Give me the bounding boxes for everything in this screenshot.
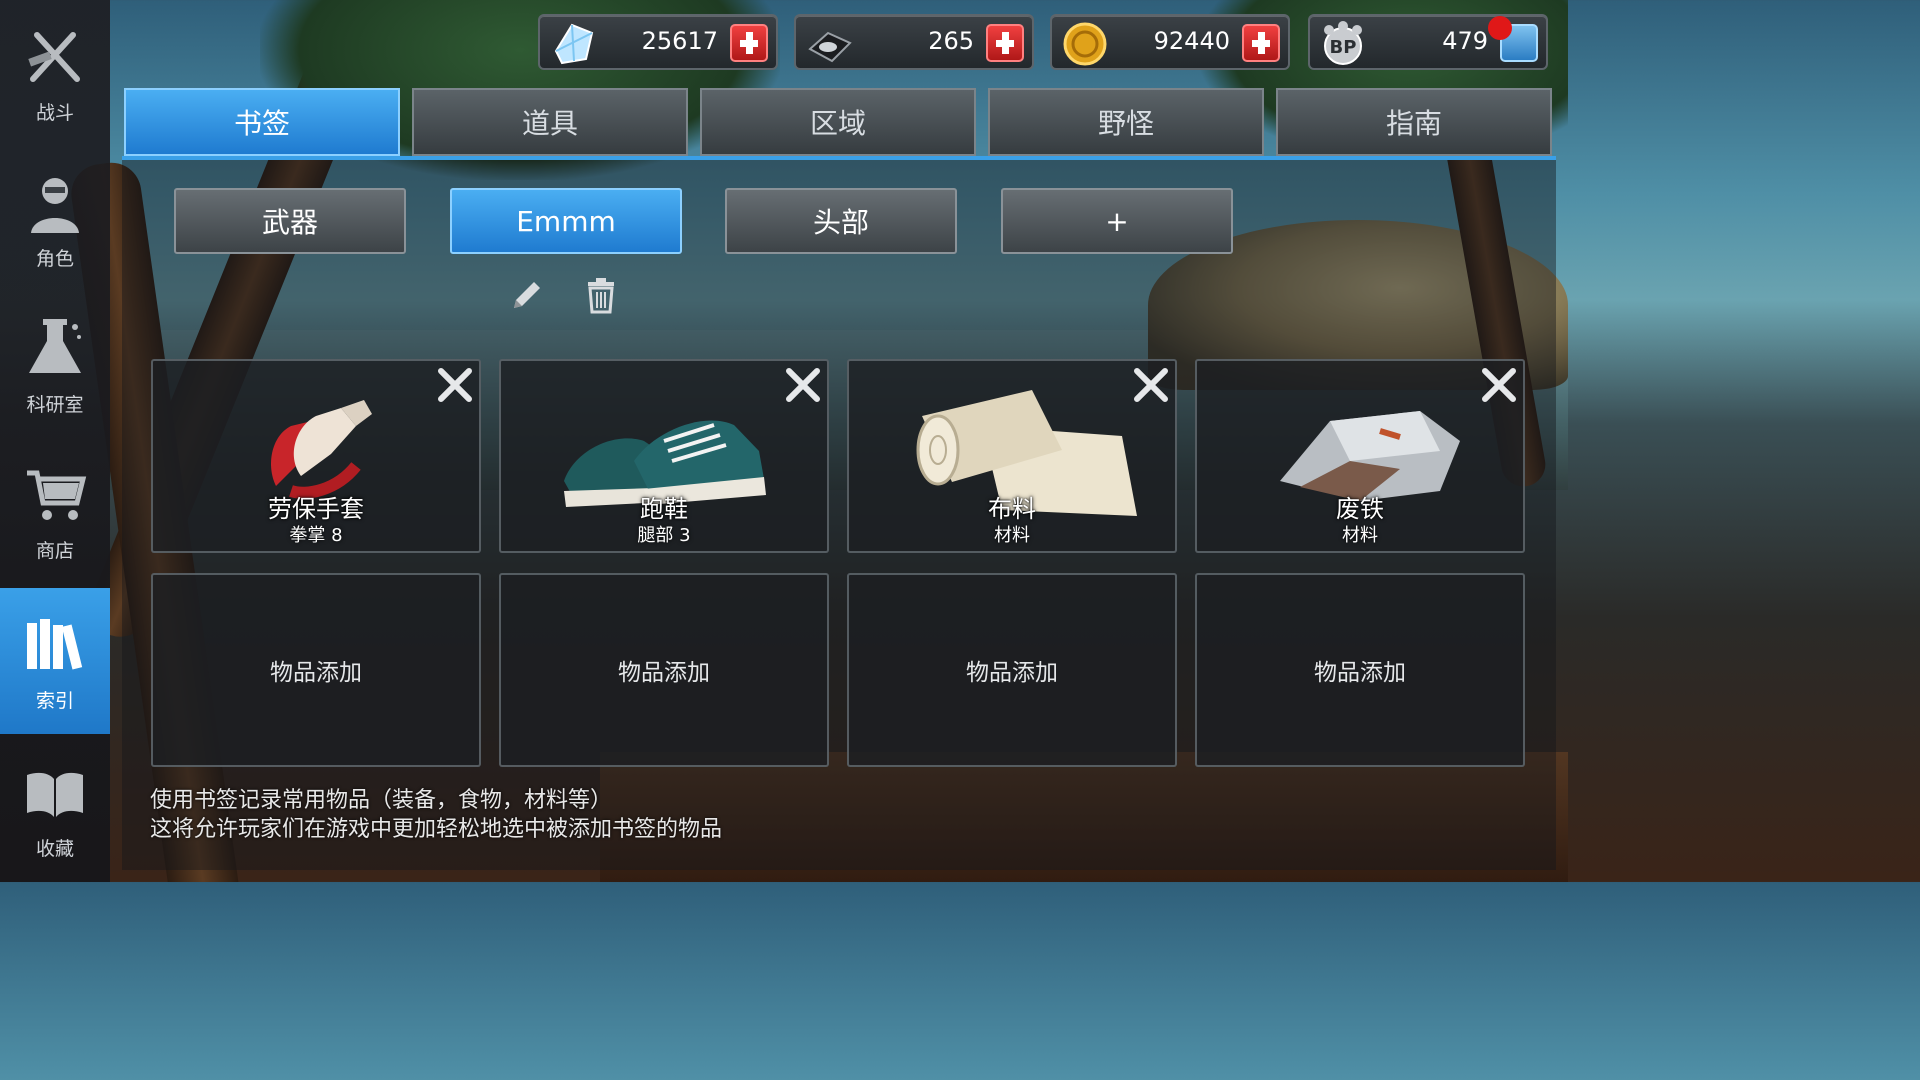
item-slot-cloth[interactable]: 布料 材料 bbox=[847, 359, 1177, 553]
bookmark-emmm[interactable]: Emmm bbox=[450, 188, 682, 254]
tab-guide[interactable]: 指南 bbox=[1276, 88, 1552, 156]
item-category: 材料 bbox=[1342, 525, 1378, 546]
bp-count: 479 bbox=[1442, 27, 1488, 55]
empty-item-slot[interactable]: 物品添加 bbox=[499, 573, 829, 767]
empty-item-slot[interactable]: 物品添加 bbox=[151, 573, 481, 767]
empty-item-slot[interactable]: 物品添加 bbox=[847, 573, 1177, 767]
add-item-label: 物品添加 bbox=[966, 660, 1058, 686]
resource-disk: 265 bbox=[794, 14, 1034, 70]
notification-dot bbox=[1488, 16, 1512, 40]
add-item-label: 物品添加 bbox=[270, 660, 362, 686]
remove-item-button[interactable] bbox=[1131, 365, 1171, 405]
item-name: 废铁 bbox=[1336, 495, 1384, 523]
pencil-icon[interactable] bbox=[508, 276, 546, 314]
add-item-label: 物品添加 bbox=[618, 660, 710, 686]
remove-item-button[interactable] bbox=[1479, 365, 1519, 405]
tab-bookmark[interactable]: 书签 bbox=[124, 88, 400, 156]
sidebar-item-index[interactable]: 索引 bbox=[0, 588, 110, 734]
sidebar-item-label: 科研室 bbox=[26, 393, 84, 416]
hard-disk-icon bbox=[804, 19, 854, 69]
tab-area[interactable]: 区域 bbox=[700, 88, 976, 156]
sidebar-item-character[interactable]: 角色 bbox=[0, 146, 110, 292]
sidebar-item-label: 收藏 bbox=[35, 837, 74, 860]
resource-coin: 92440 bbox=[1050, 14, 1290, 70]
trash-icon[interactable] bbox=[582, 276, 620, 314]
resource-diamond: 25617 bbox=[538, 14, 778, 70]
sidebar-item-label: 角色 bbox=[35, 247, 74, 270]
sidebar-item-label: 战斗 bbox=[35, 101, 74, 124]
books-icon bbox=[20, 610, 90, 680]
bp-badge-icon: BP bbox=[1318, 19, 1368, 69]
item-category: 腿部 3 bbox=[637, 525, 691, 546]
svg-text:BP: BP bbox=[1330, 37, 1357, 58]
item-category: 拳掌 8 bbox=[289, 525, 343, 546]
sidebar: 战斗 角色 科研室 商店 索引 收藏 bbox=[0, 0, 110, 882]
gold-coin-icon bbox=[1060, 19, 1110, 69]
resource-bp: BP 479 bbox=[1308, 14, 1548, 70]
bookmark-weapon[interactable]: 武器 bbox=[174, 188, 406, 254]
item-name: 布料 bbox=[988, 495, 1036, 523]
main-tabs: 书签 道具 区域 野怪 指南 bbox=[122, 88, 1556, 160]
bookmark-head[interactable]: 头部 bbox=[725, 188, 957, 254]
empty-item-slot[interactable]: 物品添加 bbox=[1195, 573, 1525, 767]
item-category: 材料 bbox=[994, 525, 1030, 546]
bookmark-hint: 使用书签记录常用物品（装备，食物，材料等） 这将允许玩家们在游戏中更加轻松地选中… bbox=[150, 786, 722, 844]
item-name: 劳保手套 bbox=[268, 495, 364, 523]
item-slot-sneakers[interactable]: 跑鞋 腿部 3 bbox=[499, 359, 829, 553]
sidebar-item-lab[interactable]: 科研室 bbox=[0, 292, 110, 438]
item-slot-scrap[interactable]: 废铁 材料 bbox=[1195, 359, 1525, 553]
character-icon bbox=[20, 168, 90, 238]
item-name: 跑鞋 bbox=[640, 495, 688, 523]
item-slot-gloves[interactable]: 劳保手套 拳掌 8 bbox=[151, 359, 481, 553]
add-coin-button[interactable] bbox=[1242, 24, 1280, 62]
hint-line-2: 这将允许玩家们在游戏中更加轻松地选中被添加书签的物品 bbox=[150, 817, 723, 842]
add-bookmark-button[interactable]: + bbox=[1001, 188, 1233, 254]
sidebar-item-shop[interactable]: 商店 bbox=[0, 438, 110, 584]
shopping-cart-icon bbox=[20, 460, 90, 530]
disk-count: 265 bbox=[928, 27, 974, 55]
sidebar-item-label: 商店 bbox=[35, 539, 74, 562]
remove-item-button[interactable] bbox=[783, 365, 823, 405]
tab-items[interactable]: 道具 bbox=[412, 88, 688, 156]
remove-item-button[interactable] bbox=[435, 365, 475, 405]
crossed-weapons-icon bbox=[20, 22, 90, 92]
tab-monsters[interactable]: 野怪 bbox=[988, 88, 1264, 156]
add-item-label: 物品添加 bbox=[1314, 660, 1406, 686]
hint-line-1: 使用书签记录常用物品（装备，食物，材料等） bbox=[150, 788, 613, 813]
flask-icon bbox=[20, 314, 90, 384]
sidebar-item-battle[interactable]: 战斗 bbox=[0, 0, 110, 146]
diamond-count: 25617 bbox=[641, 27, 718, 55]
diamond-icon bbox=[548, 19, 598, 69]
sidebar-item-label: 索引 bbox=[35, 689, 74, 712]
add-diamond-button[interactable] bbox=[730, 24, 768, 62]
add-disk-button[interactable] bbox=[986, 24, 1024, 62]
coin-count: 92440 bbox=[1153, 27, 1230, 55]
sidebar-item-collection[interactable]: 收藏 bbox=[0, 736, 110, 882]
open-book-icon bbox=[20, 758, 90, 828]
